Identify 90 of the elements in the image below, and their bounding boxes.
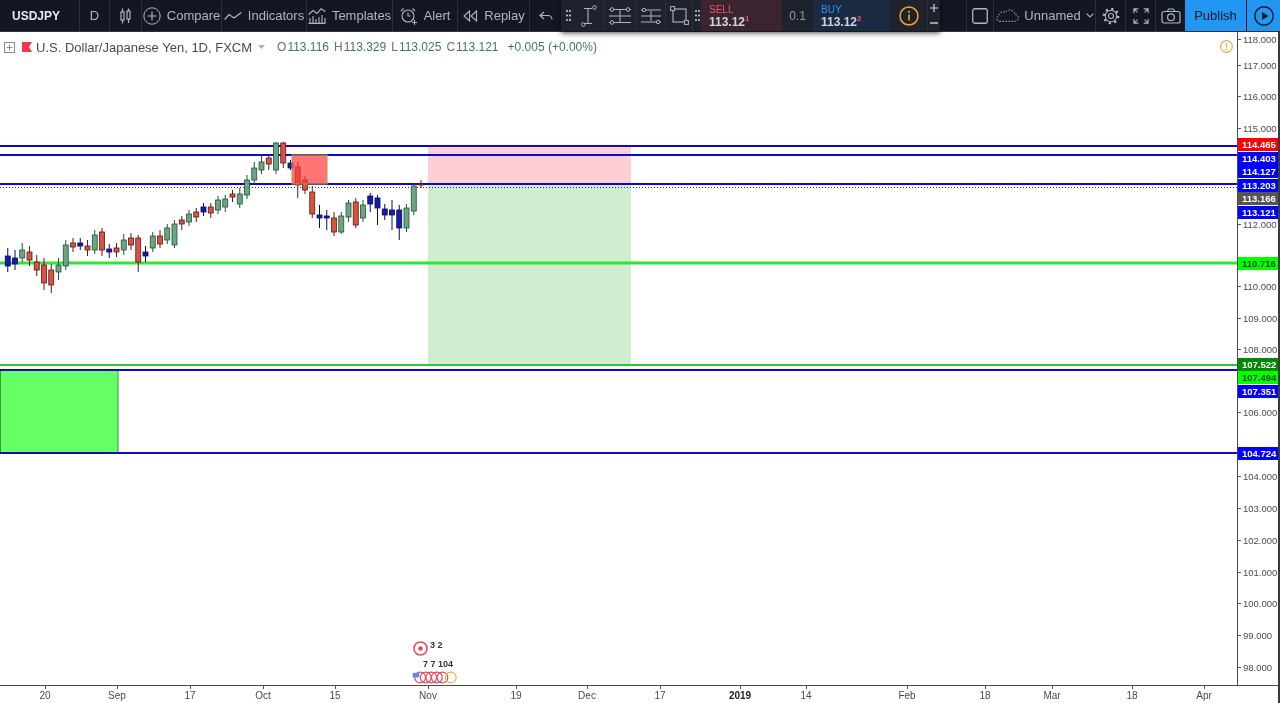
event-count: 3 2 — [430, 640, 443, 650]
plus-circle-icon — [142, 6, 161, 25]
event-count: 7 7 104 — [423, 659, 454, 669]
replay-button[interactable]: Replay — [458, 0, 530, 31]
rectangle-drawing — [291, 154, 328, 185]
time-axis-label: 2019 — [728, 690, 752, 701]
time-axis-label: Oct — [255, 690, 271, 701]
compare-button[interactable]: Compare — [142, 0, 222, 31]
price-label: 114.403 — [1238, 151, 1278, 165]
wave-line-icon — [223, 10, 242, 21]
price-axis-label: 99.000 — [1243, 629, 1273, 641]
square-icon — [972, 7, 988, 24]
price-axis-label: 109.000 — [1243, 312, 1278, 324]
undo-icon — [538, 10, 553, 21]
minus-icon — [930, 22, 938, 25]
candlestick-icon — [120, 7, 131, 24]
horizontal-lines-icon — [608, 5, 631, 26]
price-label: 114.465 — [1238, 137, 1278, 151]
price-axis-label: 116.000 — [1243, 90, 1277, 102]
ohlc-value: H113.329 — [334, 40, 387, 54]
plus-icon — [930, 3, 938, 12]
price-axis-label: 104.000 — [1243, 470, 1278, 482]
price-label: 104.724 — [1238, 446, 1278, 460]
vertical-line-tool-icon — [581, 4, 597, 27]
price-label: 110.716 — [1238, 256, 1278, 270]
symbol-title: U.S. Dollar/Japanese Yen, 1D, FXCM — [36, 39, 253, 55]
ring-icon[interactable] — [413, 641, 428, 656]
buy-button[interactable]: BUY 113.12$^{2}$ — [813, 0, 890, 31]
time-axis-label: 18 — [979, 690, 991, 701]
indicators-button[interactable]: Indicators — [222, 0, 307, 31]
increase-button[interactable] — [928, 0, 940, 16]
price-axis-label: 115.000 — [1243, 122, 1277, 134]
templates-button[interactable]: Templates — [307, 0, 393, 31]
price-axis-label: 103.000 — [1243, 502, 1278, 514]
time-axis-label: 15 — [329, 690, 341, 701]
price-axis-label: 112.000 — [1243, 218, 1277, 230]
time-axis-label: 18 — [1126, 690, 1138, 701]
rectangle-tool-icon — [669, 6, 689, 25]
symbol-search-button[interactable]: USDJPY — [0, 0, 80, 31]
time-axis-label: Nov — [419, 690, 437, 701]
plus-square-icon[interactable] — [4, 41, 15, 53]
caret-icon — [1085, 13, 1094, 18]
time-axis-label: 17 — [184, 690, 196, 701]
price-axis-label: 117.000 — [1243, 59, 1277, 71]
sell-button[interactable]: SELL 113.12$^{1}$ — [701, 0, 782, 31]
flag-icon — [22, 42, 32, 52]
alarm-clock-icon — [399, 6, 418, 25]
ohlc-value: O113.116 — [277, 40, 329, 54]
price-axis-label: 108.000 — [1243, 343, 1278, 355]
price-label: 113.203 — [1238, 178, 1278, 192]
price-change: +0.005 (+0.00%) — [507, 40, 597, 54]
fullscreen-icon — [1132, 7, 1149, 24]
time-axis-label: Mar — [1043, 690, 1061, 701]
time-axis-label: Dec — [578, 690, 596, 701]
play-icon — [1253, 5, 1274, 26]
time-axis-label: Apr — [1196, 690, 1212, 701]
rewind-icon — [462, 9, 479, 22]
cloud-icon — [995, 9, 1020, 22]
camera-icon — [1160, 7, 1181, 24]
drag-handle-icon[interactable] — [694, 10, 700, 21]
publish-button[interactable]: Publish — [1185, 0, 1247, 31]
price-axis-label: 98.000 — [1243, 661, 1273, 673]
price-axis-label: 106.000 — [1243, 406, 1278, 418]
horizontal-lines-icon — [640, 6, 661, 25]
ohlc-value: L113.025 — [391, 40, 442, 54]
time-axis-label: Feb — [898, 690, 916, 701]
time-axis-label: Sep — [108, 690, 126, 701]
time-axis-label: 20 — [39, 690, 51, 701]
price-label: 107.351 — [1238, 384, 1278, 398]
quantity-field[interactable]: 0.1 — [782, 0, 813, 31]
time-axis-label: 19 — [510, 690, 522, 701]
price-axis-label: 101.000 — [1243, 566, 1278, 578]
drag-handle-icon[interactable] — [565, 10, 571, 21]
price-axis-label: 110.000 — [1243, 280, 1277, 292]
price-label: 107.522 — [1238, 357, 1278, 371]
price-axis-label: 100.000 — [1243, 597, 1278, 609]
bar-chart-icon — [307, 7, 326, 24]
rings-icon[interactable] — [410, 671, 460, 684]
interval-button[interactable]: D — [80, 0, 110, 31]
price-label: 113.121 — [1238, 205, 1278, 219]
layout-button[interactable]: Unnamed — [993, 0, 1095, 31]
ohlc-value: C113.121 — [446, 40, 499, 54]
price-axis-label: 102.000 — [1243, 534, 1278, 546]
time-axis-label: 14 — [800, 690, 812, 701]
time-axis-label: 17 — [654, 690, 666, 701]
info-icon — [898, 5, 919, 26]
price-axis-label: 118.000 — [1243, 33, 1277, 45]
settings-icon — [1101, 6, 1120, 25]
play-button[interactable] — [1247, 0, 1280, 31]
alert-button[interactable]: Alert — [393, 0, 458, 31]
